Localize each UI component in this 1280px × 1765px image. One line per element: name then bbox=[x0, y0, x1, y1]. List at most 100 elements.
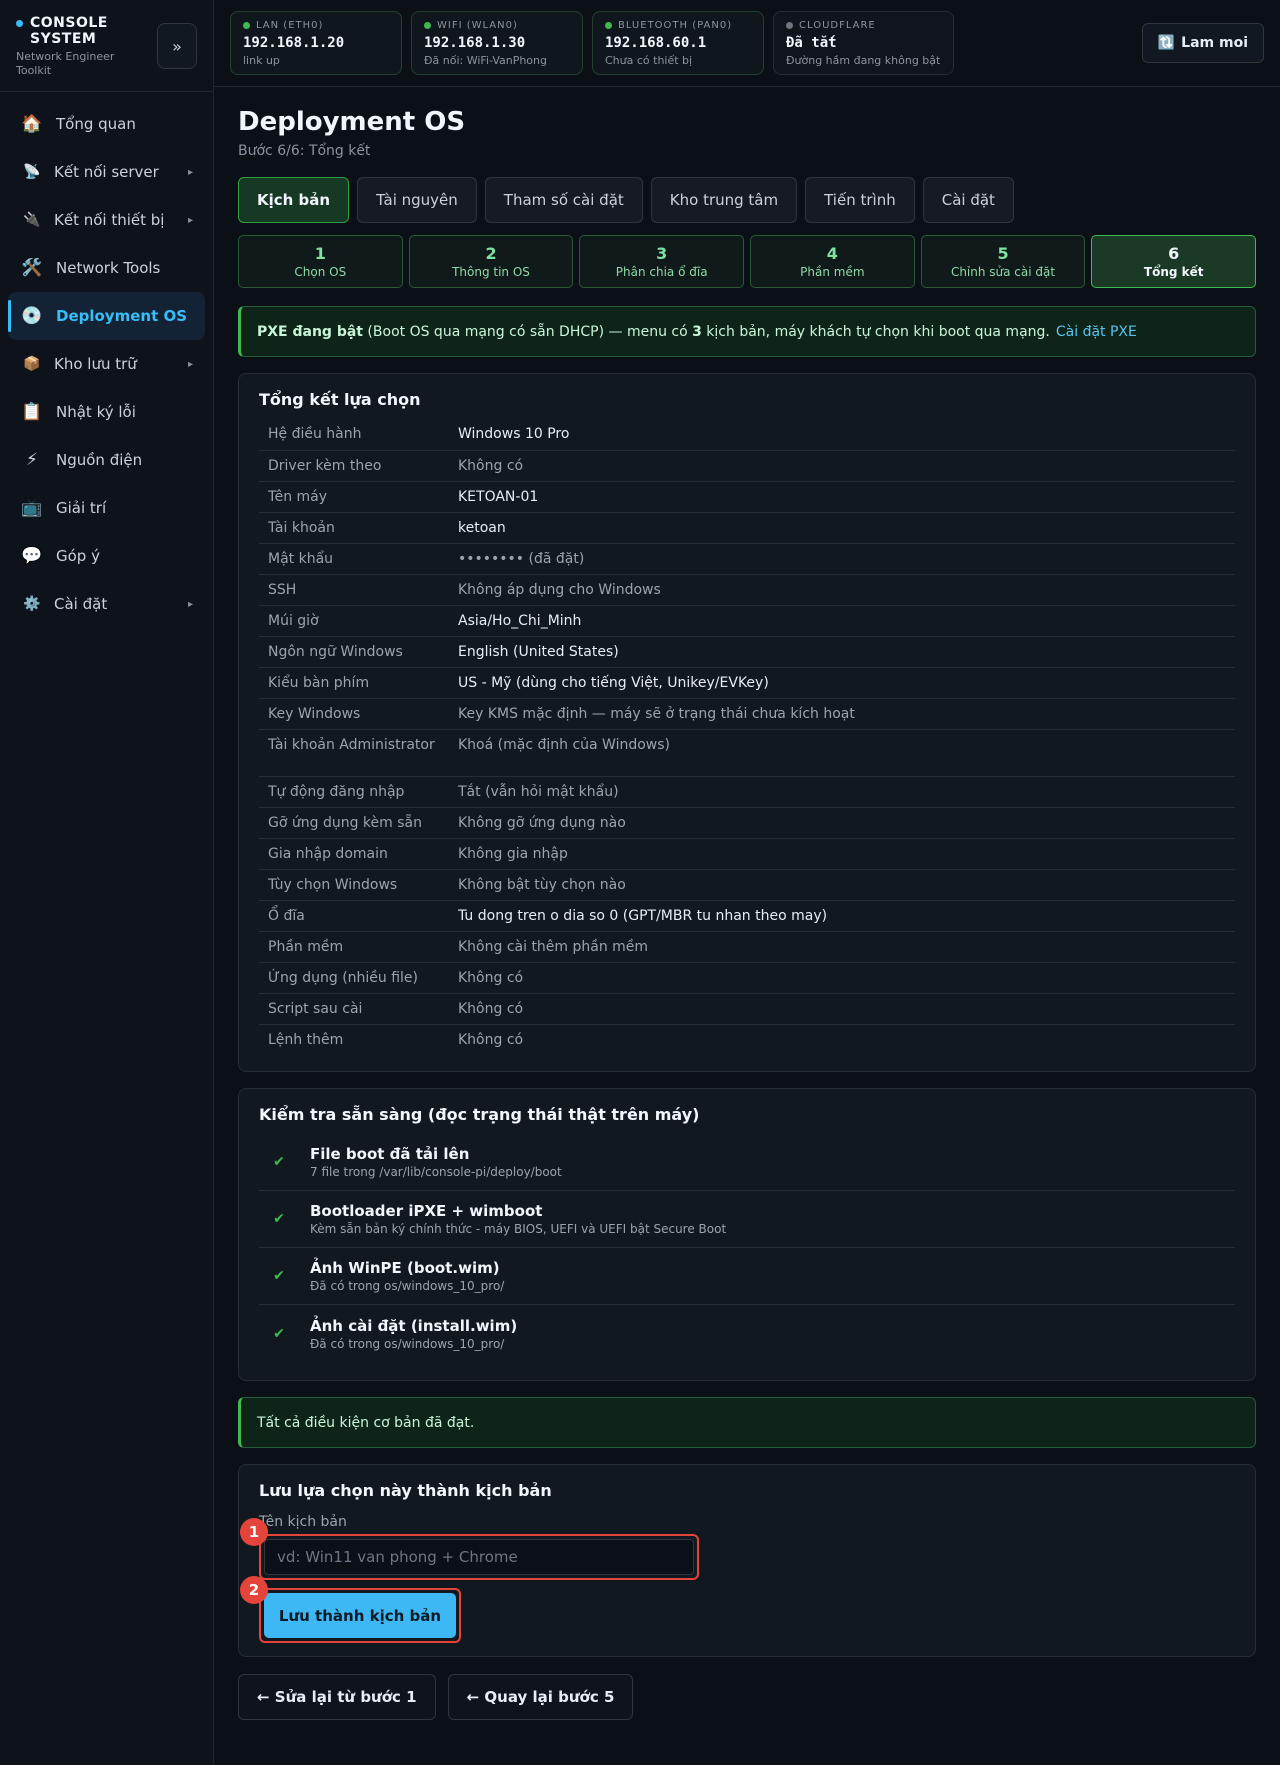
sidebar-item-feedback[interactable]: 💬 Góp ý bbox=[8, 532, 205, 580]
sidebar-nav: 🏠 Tổng quan 📡 Kết nối server ▸ 🔌 Kết nối… bbox=[0, 92, 213, 628]
summary-value: Không bật tùy chọn nào bbox=[449, 869, 1235, 901]
summary-key: Ngôn ngữ Windows bbox=[259, 636, 449, 668]
sidebar-item-settings[interactable]: ⚙️ Cài đặt ▸ bbox=[8, 580, 205, 628]
double-chevron-right-icon: » bbox=[172, 36, 182, 56]
sidebar-item-deployment-os[interactable]: 💿 Deployment OS bbox=[8, 292, 205, 340]
sidebar-item-entertainment[interactable]: 📺 Giải trí bbox=[8, 484, 205, 532]
summary-key: Tự động đăng nhập bbox=[259, 776, 449, 808]
sidebar-item-server-connect[interactable]: 📡 Kết nối server ▸ bbox=[8, 148, 205, 196]
step-5[interactable]: 5 Chỉnh sửa cài đặt bbox=[920, 235, 1086, 288]
summary-value: Khoá (mặc định của Windows) bbox=[449, 729, 1235, 777]
tab-progress[interactable]: Tiến trình bbox=[805, 177, 915, 223]
step-label: Chỉnh sửa cài đặt bbox=[950, 265, 1056, 279]
summary-key: Ứng dụng (nhiều file) bbox=[259, 962, 449, 994]
tab-scenarios[interactable]: Kịch bản bbox=[238, 177, 350, 223]
summary-row: Gia nhập domain Không gia nhập bbox=[259, 838, 1235, 870]
gear-icon: ⚙️ bbox=[23, 596, 41, 612]
summary-row: Tài khoản ketoan bbox=[259, 512, 1235, 544]
summary-row: Tự động đăng nhập Tắt (vẫn hỏi mật khẩu) bbox=[259, 776, 1235, 808]
collapse-sidebar-button[interactable]: » bbox=[157, 23, 197, 69]
readiness-card: Kiểm tra sẵn sàng (đọc trạng thái thật t… bbox=[238, 1088, 1256, 1381]
network-card-value: Đã tắt bbox=[786, 35, 837, 51]
tab-central-repo[interactable]: Kho trung tâm bbox=[650, 177, 798, 223]
sidebar-item-label: Tổng quan bbox=[56, 115, 136, 133]
sidebar-item-device-connect[interactable]: 🔌 Kết nối thiết bị ▸ bbox=[8, 196, 205, 244]
save-scenario-button[interactable]: Lưu thành kịch bản bbox=[264, 1593, 456, 1638]
sidebar-item-network-tools[interactable]: 🛠️ Network Tools bbox=[8, 244, 205, 292]
summary-value: Không gỡ ứng dụng nào bbox=[449, 807, 1235, 839]
summary-value: KETOAN-01 bbox=[449, 481, 1235, 513]
sidebar-item-error-log[interactable]: 📋 Nhật ký lỗi bbox=[8, 388, 205, 436]
summary-row: Tên máy KETOAN-01 bbox=[259, 481, 1235, 513]
summary-value: Không áp dụng cho Windows bbox=[449, 574, 1235, 606]
summary-row: SSH Không áp dụng cho Windows bbox=[259, 574, 1235, 606]
summary-key: Gỡ ứng dụng kèm sẵn bbox=[259, 807, 449, 839]
step-3[interactable]: 3 Phân chia ổ đĩa bbox=[579, 235, 745, 288]
summary-value: Tắt (vẫn hỏi mật khẩu) bbox=[449, 776, 1235, 808]
summary-row: Script sau cài Không có bbox=[259, 993, 1235, 1025]
summary-value: Không có bbox=[449, 993, 1235, 1025]
sidebar-item-overview[interactable]: 🏠 Tổng quan bbox=[8, 100, 205, 148]
scenario-name-field-highlight bbox=[259, 1534, 699, 1580]
sidebar: CONSOLE SYSTEM Network Engineer Toolkit … bbox=[0, 0, 214, 1765]
tab-install-params[interactable]: Tham số cài đặt bbox=[484, 177, 643, 223]
readiness-item: ✔ Bootloader iPXE + wimboot Kèm sẵn bản k… bbox=[259, 1191, 1235, 1248]
scenario-name-input[interactable] bbox=[264, 1539, 694, 1575]
ready-alert: Tất cả điều kiện cơ bản đã đạt. bbox=[238, 1397, 1256, 1448]
tools-icon: 🛠️ bbox=[21, 258, 43, 278]
step-1[interactable]: 1 Chọn OS bbox=[238, 235, 403, 288]
step-2[interactable]: 2 Thông tin OS bbox=[408, 235, 574, 288]
refresh-icon: 🔃 bbox=[1157, 35, 1176, 51]
summary-value: ketoan bbox=[449, 512, 1235, 544]
summary-value: Không có bbox=[449, 962, 1235, 994]
pxe-settings-link[interactable]: Cài đặt PXE bbox=[1056, 324, 1137, 340]
annotation-badge-2: 2 bbox=[240, 1576, 268, 1604]
refresh-button[interactable]: 🔃 Lam moi bbox=[1141, 23, 1264, 63]
sidebar-item-storage[interactable]: 📦 Kho lưu trữ ▸ bbox=[8, 340, 205, 388]
readiness-item-title: Bootloader iPXE + wimboot bbox=[310, 1202, 543, 1220]
summary-key: Driver kèm theo bbox=[259, 450, 449, 482]
clipboard-icon: 📋 bbox=[21, 402, 43, 422]
home-icon: 🏠 bbox=[21, 114, 43, 134]
summary-key: Tài khoản bbox=[259, 512, 449, 544]
save-scenario-title: Lưu lựa chọn này thành kịch bản bbox=[259, 1481, 552, 1500]
refresh-button-label: Lam moi bbox=[1181, 35, 1248, 51]
lightning-icon: ⚡ bbox=[26, 450, 38, 470]
readiness-item-sub: Đã có trong os/windows_10_pro/ bbox=[310, 1336, 505, 1351]
sidebar-item-label: Cài đặt bbox=[54, 595, 108, 613]
sidebar-item-label: Kết nối server bbox=[54, 163, 159, 181]
network-card-label: CLOUDFLARE bbox=[799, 20, 876, 31]
step-number: 6 bbox=[1168, 244, 1180, 263]
check-icon: ✔ bbox=[273, 1211, 285, 1227]
summary-row: Hệ điều hành Windows 10 Pro bbox=[259, 419, 1235, 451]
tv-icon: 📺 bbox=[21, 498, 43, 518]
sidebar-item-power[interactable]: ⚡ Nguồn điện bbox=[8, 436, 205, 484]
check-icon: ✔ bbox=[273, 1268, 285, 1284]
summary-key: Hệ điều hành bbox=[259, 419, 449, 451]
readiness-list: ✔ File boot đã tải lên 7 file trong /var/… bbox=[259, 1134, 1235, 1362]
step-number: 1 bbox=[314, 244, 326, 263]
summary-title: Tổng kết lựa chọn bbox=[259, 390, 421, 409]
summary-key: Tên máy bbox=[259, 481, 449, 513]
network-card-sub: Đường hầm đang không bật bbox=[786, 54, 941, 67]
step-4[interactable]: 4 Phần mềm bbox=[750, 235, 915, 288]
readiness-item: ✔ Ảnh cài đặt (install.wim) Đã có trong o… bbox=[259, 1305, 1235, 1362]
readiness-item-sub: 7 file trong /var/lib/console-pi/deploy/… bbox=[310, 1165, 562, 1179]
tab-resources[interactable]: Tài nguyên bbox=[357, 177, 477, 223]
sidebar-item-label: Góp ý bbox=[56, 547, 100, 565]
tab-settings[interactable]: Cài đặt bbox=[922, 177, 1014, 223]
network-card-sub: Chưa có thiết bị bbox=[605, 54, 693, 67]
network-card-sub: link up bbox=[243, 54, 280, 67]
summary-row: Ổ đĩa Tu dong tren o dia so 0 (GPT/MBR tu… bbox=[259, 900, 1235, 932]
readiness-item: ✔ Ảnh WinPE (boot.wim) Đã có trong os/win… bbox=[259, 1248, 1235, 1305]
summary-row: Tùy chọn Windows Không bật tùy chọn nào bbox=[259, 869, 1235, 901]
summary-key: Mật khẩu bbox=[259, 543, 449, 575]
summary-table: Hệ điều hành Windows 10 Pro Driver kèm the… bbox=[259, 419, 1235, 1055]
network-card-value: 192.168.1.30 bbox=[424, 35, 526, 51]
sidebar-item-label: Network Tools bbox=[56, 259, 161, 277]
step-6[interactable]: 6 Tổng kết bbox=[1091, 235, 1257, 288]
pxe-status-alert: PXE đang bật (Boot OS qua mạng có sẵn DH… bbox=[238, 306, 1256, 357]
sidebar-item-label: Nhật ký lỗi bbox=[56, 403, 136, 421]
back-to-step5-button[interactable]: ← Quay lại bước 5 bbox=[447, 1674, 634, 1720]
back-to-step1-button[interactable]: ← Sửa lại từ bước 1 bbox=[238, 1674, 436, 1720]
